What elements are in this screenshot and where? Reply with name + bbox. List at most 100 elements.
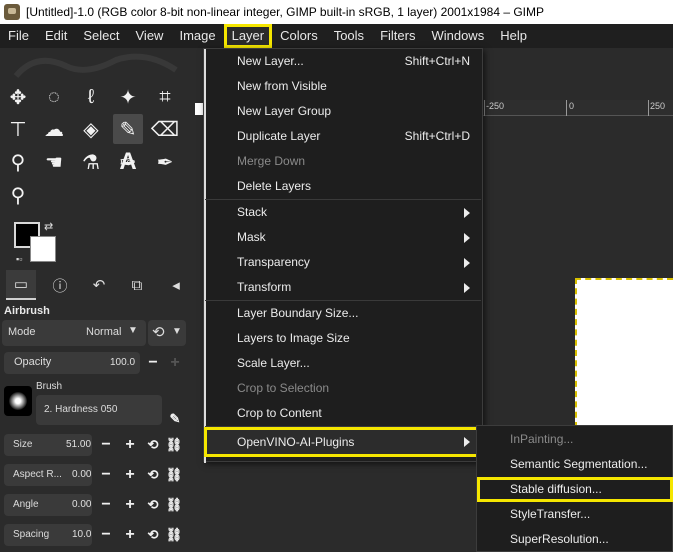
brush-preview[interactable] <box>4 386 32 416</box>
angle-increase-icon[interactable]: + <box>120 495 140 515</box>
menu-item-mask[interactable]: Mask <box>204 225 482 250</box>
size-reset-icon[interactable]: ⟲ <box>143 435 163 455</box>
spacing-slider[interactable]: Spacing 10.0 <box>4 524 92 546</box>
aspect-decrease-icon[interactable]: − <box>96 465 116 485</box>
opacity-decrease-icon[interactable]: − <box>143 353 163 373</box>
lasso-icon[interactable]: ℓ <box>76 82 106 112</box>
smudge-tool-icon[interactable]: ☚ <box>39 147 69 177</box>
title-bar: [Untitled]-1.0 (RGB color 8-bit non-line… <box>0 0 673 24</box>
opacity-increase-icon[interactable]: + <box>165 353 185 373</box>
size-slider[interactable]: Size 51.00 <box>4 434 92 456</box>
spacing-decrease-icon[interactable]: − <box>96 525 116 545</box>
tab-menu-icon[interactable]: ◂ <box>161 270 191 300</box>
ruler-label-0: 0 <box>569 101 575 111</box>
menu-image[interactable]: Image <box>171 24 223 48</box>
wilber-watermark-icon <box>6 52 186 82</box>
size-increase-icon[interactable]: + <box>120 435 140 455</box>
size-link-icon[interactable]: ⛓ <box>164 435 184 455</box>
clone-tool-icon[interactable]: ⚲ <box>3 147 33 177</box>
ruler-label-250: 250 <box>650 101 666 111</box>
size-value: 51.00 <box>66 439 92 450</box>
menu-select[interactable]: Select <box>75 24 127 48</box>
eraser-icon[interactable]: ⌫ <box>150 114 180 144</box>
menu-item-label: Scale Layer... <box>237 356 310 370</box>
menu-item-merge-down: Merge Down <box>204 149 482 174</box>
menu-item-new-from-visible[interactable]: New from Visible <box>204 74 482 99</box>
size-decrease-icon[interactable]: − <box>96 435 116 455</box>
aspect-label: Aspect R... <box>13 469 62 480</box>
image-canvas[interactable] <box>575 278 673 428</box>
menubar: File Edit Select View Image Layer Colors… <box>0 24 673 48</box>
gimp-logo-icon <box>4 4 20 20</box>
menu-tools[interactable]: Tools <box>326 24 372 48</box>
default-colors-icon[interactable]: ▪▫ <box>16 254 22 264</box>
menu-item-new-layer-group[interactable]: New Layer Group <box>204 99 482 124</box>
angle-link-icon[interactable]: ⛓ <box>164 495 184 515</box>
menu-item-label: Merge Down <box>237 154 306 168</box>
menu-layer[interactable]: Layer <box>223 24 273 48</box>
menu-item-layers-to-image-size[interactable]: Layers to Image Size <box>204 326 482 351</box>
bucket-fill-icon[interactable]: ◈ <box>76 114 106 144</box>
menu-file[interactable]: File <box>0 24 37 48</box>
menu-item-transparency[interactable]: Transparency <box>204 250 482 275</box>
aspect-ratio-slider[interactable]: Aspect R... 0.00 <box>4 464 92 486</box>
menu-item-scale-layer[interactable]: Scale Layer... <box>204 351 482 376</box>
dodge-burn-icon[interactable]: ⚗ <box>76 147 106 177</box>
angle-reset-icon[interactable]: ⟲ <box>143 495 163 515</box>
images-tab-icon[interactable]: ⧉ <box>122 270 152 300</box>
move-tool-icon[interactable]: ✥ <box>3 82 33 112</box>
openvino-submenu: InPainting... Semantic Segmentation... S… <box>476 425 673 552</box>
submenu-item-style-transfer[interactable]: StyleTransfer... <box>477 502 673 527</box>
menu-item-duplicate-layer[interactable]: Duplicate Layer Shift+Ctrl+D <box>204 124 482 149</box>
menu-item-crop-to-content[interactable]: Crop to Content <box>204 401 482 426</box>
menu-item-layer-boundary-size[interactable]: Layer Boundary Size... <box>204 301 482 326</box>
warp-transform-icon[interactable]: ☁ <box>39 114 69 144</box>
zoom-tool-icon[interactable]: ⚲ <box>3 180 33 210</box>
menu-view[interactable]: View <box>128 24 172 48</box>
menu-colors[interactable]: Colors <box>272 24 326 48</box>
spacing-increase-icon[interactable]: + <box>120 525 140 545</box>
submenu-item-semantic-segmentation[interactable]: Semantic Segmentation... <box>477 452 673 477</box>
spacing-link-icon[interactable]: ⛓ <box>164 525 184 545</box>
submenu-item-stable-diffusion[interactable]: Stable diffusion... <box>477 477 673 502</box>
opacity-slider[interactable]: Opacity 100.0 <box>4 352 140 374</box>
mode-selector[interactable]: Mode Normal ▼ <box>2 320 146 346</box>
submenu-arrow-icon <box>464 233 470 243</box>
spacing-reset-icon[interactable]: ⟲ <box>143 525 163 545</box>
undo-history-tab-icon[interactable]: ↶ <box>84 270 114 300</box>
text-tool-icon[interactable]: A <box>113 147 143 177</box>
device-status-tab-icon[interactable]: ⓘ <box>45 270 75 300</box>
menu-windows[interactable]: Windows <box>423 24 492 48</box>
angle-decrease-icon[interactable]: − <box>96 495 116 515</box>
swap-colors-icon[interactable]: ⇄ <box>44 220 53 233</box>
menu-item-label: Crop to Selection <box>237 381 330 395</box>
menu-item-delete-layers[interactable]: Delete Layers <box>204 174 482 199</box>
brush-selector[interactable]: 2. Hardness 050 <box>36 395 162 425</box>
edit-brush-icon[interactable]: ✎ <box>165 409 185 429</box>
angle-value: 0.00 <box>72 499 92 510</box>
menu-item-transform[interactable]: Transform <box>204 275 482 300</box>
aspect-reset-icon[interactable]: ⟲ <box>143 465 163 485</box>
menu-filters[interactable]: Filters <box>372 24 423 48</box>
menu-item-label: Mask <box>237 230 266 244</box>
angle-slider[interactable]: Angle 0.00 <box>4 494 92 516</box>
crop-tool-icon[interactable]: ⌗ <box>150 82 180 112</box>
submenu-item-super-resolution[interactable]: SuperResolution... <box>477 527 673 552</box>
menu-item-openvino-ai-plugins[interactable]: OpenVINO-AI-Plugins <box>204 427 482 457</box>
ellipse-select-icon[interactable]: ◌ <box>39 82 69 112</box>
color-picker-icon[interactable]: ✒ <box>150 147 180 177</box>
airbrush-icon[interactable]: ✎ <box>113 114 143 144</box>
menu-item-stack[interactable]: Stack <box>204 200 482 225</box>
menu-help[interactable]: Help <box>492 24 535 48</box>
mode-reset-button[interactable]: ⟲ ▼ <box>148 320 186 346</box>
background-color-swatch[interactable] <box>30 236 56 262</box>
tool-options-tab-icon[interactable]: ▭ <box>6 270 36 300</box>
unified-transform-icon[interactable]: ⊤ <box>3 114 33 144</box>
menu-edit[interactable]: Edit <box>37 24 75 48</box>
menu-item-label: Transform <box>237 280 292 294</box>
menu-item-new-layer[interactable]: New Layer... Shift+Ctrl+N <box>204 49 482 74</box>
aspect-increase-icon[interactable]: + <box>120 465 140 485</box>
fuzzy-select-icon[interactable]: ✦ <box>113 82 143 112</box>
aspect-link-icon[interactable]: ⛓ <box>164 465 184 485</box>
ruler-label-neg250: -250 <box>486 101 505 111</box>
